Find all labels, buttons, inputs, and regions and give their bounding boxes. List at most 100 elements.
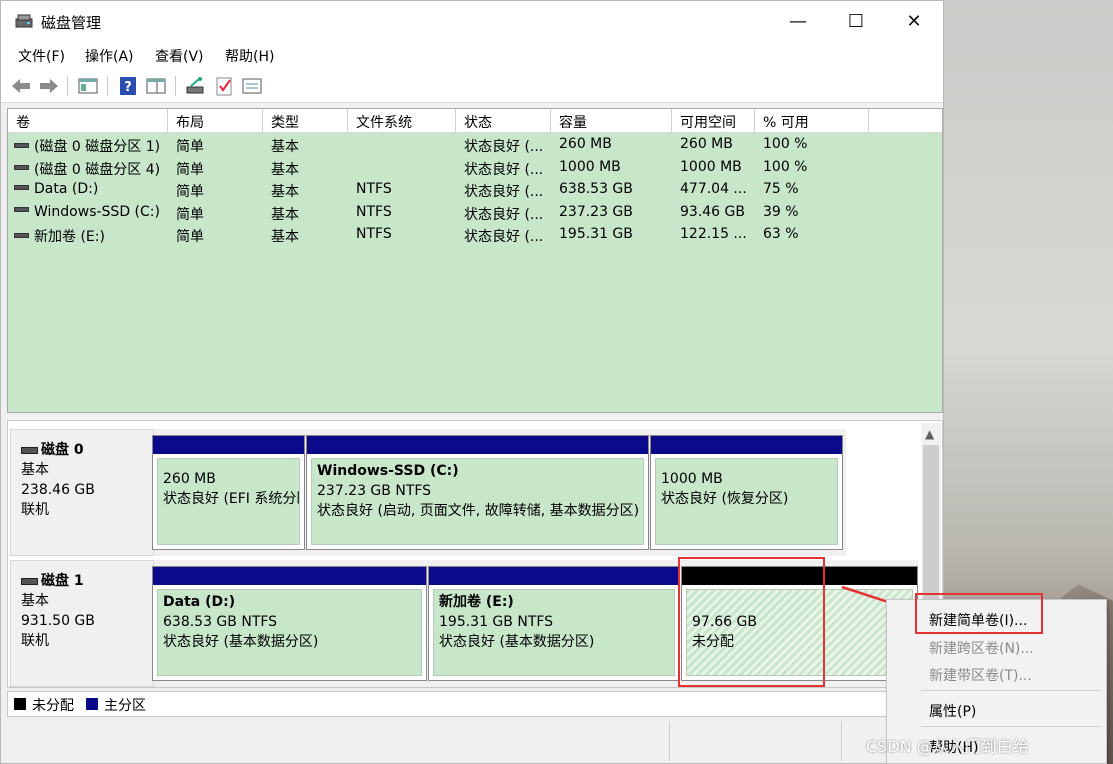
- volume-row[interactable]: Data (D:) 简单 基本 NTFS 状态良好 (... 638.53 GB 477.0…: [8, 179, 942, 201]
- volume-cell-text: NTFS: [356, 226, 392, 242]
- partition-name: 新加卷 (E:): [439, 594, 514, 610]
- disk-0-partition-recovery[interactable]: 1000 MB 状态良好 (恢复分区): [650, 435, 843, 550]
- volume-cell-free: 122.15 ...: [680, 226, 753, 242]
- volume-cell-type: 基本: [271, 204, 346, 224]
- partition-body: 260 MB 状态良好 (EFI 系统分区): [157, 458, 300, 545]
- disk-icon: [21, 577, 38, 585]
- help-icon[interactable]: ?: [117, 76, 139, 96]
- scroll-up-icon[interactable]: ▲: [925, 427, 934, 441]
- volume-cell-text: NTFS: [356, 203, 392, 220]
- disk-0-info[interactable]: 磁盘 0 基本 238.46 GB 联机: [10, 429, 154, 556]
- forward-arrow-icon[interactable]: [38, 76, 60, 96]
- volume-cell-pct: 75 %: [763, 181, 863, 197]
- volume-cell-layout: 简单: [176, 181, 261, 201]
- properties-icon[interactable]: [241, 76, 263, 96]
- minimize-button[interactable]: —: [769, 1, 827, 41]
- volume-cell-text: 简单: [176, 206, 204, 223]
- show-hide-pane-icon[interactable]: [145, 76, 167, 96]
- menu-help[interactable]: 帮助(H): [225, 46, 274, 66]
- svg-text:?: ?: [124, 80, 132, 95]
- column-layout[interactable]: 布局: [168, 109, 263, 133]
- volume-cell-fs: NTFS: [356, 204, 454, 220]
- volume-cell-text: 100 %: [763, 136, 808, 152]
- disk-1-partition-e[interactable]: 新加卷 (E:) 195.31 GB NTFS 状态良好 (基本数据分区): [428, 566, 680, 681]
- volume-cell-capacity: 260 MB: [559, 136, 670, 152]
- disk-1-info[interactable]: 磁盘 1 基本 931.50 GB 联机: [10, 560, 154, 687]
- disk-0-partition-c[interactable]: Windows-SSD (C:) 237.23 GB NTFS 状态良好 (启动…: [306, 435, 649, 550]
- column-type[interactable]: 类型: [263, 109, 348, 133]
- volume-cell-volume: Data (D:): [14, 181, 168, 197]
- menu-separator: [921, 726, 1101, 727]
- volume-cell-text: 477.04 ...: [680, 181, 747, 197]
- volume-row[interactable]: 新加卷 (E:) 简单 基本 NTFS 状态良好 (... 195.31 GB 122.15…: [8, 224, 942, 246]
- volume-cell-text: 状态良好 (...: [464, 161, 544, 178]
- volume-cell-text: Windows-SSD (C:): [34, 203, 160, 220]
- volume-cell-type: 基本: [271, 181, 346, 201]
- menu-new-spanned-volume[interactable]: 新建跨区卷(N)...: [929, 638, 1034, 658]
- volume-cell-text: 63 %: [763, 226, 799, 242]
- disk-0-label: 磁盘 0: [21, 440, 153, 460]
- disk-1-name: 磁盘 1: [41, 573, 84, 589]
- volume-cell-pct: 100 %: [763, 136, 863, 152]
- volume-cell-volume: Windows-SSD (C:): [14, 204, 168, 220]
- status-divider: [841, 721, 842, 761]
- volume-cell-text: 简单: [176, 139, 204, 155]
- volume-cell-text: 简单: [176, 161, 204, 178]
- volume-cell-text: (磁盘 0 磁盘分区 4): [34, 161, 161, 178]
- partition-body: Windows-SSD (C:) 237.23 GB NTFS 状态良好 (启动…: [311, 458, 644, 545]
- disk-0-state: 联机: [21, 502, 49, 518]
- menu-action[interactable]: 操作(A): [85, 46, 134, 66]
- volume-cell-text: 简单: [176, 229, 204, 245]
- disk-0-type: 基本: [21, 462, 49, 478]
- volume-cell-layout: 简单: [176, 136, 261, 156]
- volume-cell-pct: 39 %: [763, 204, 863, 220]
- disk-1-size: 931.50 GB: [21, 613, 95, 629]
- volume-cell-text: 状态良好 (...: [464, 206, 544, 223]
- volume-cell-volume: 新加卷 (E:): [14, 226, 168, 246]
- volume-row[interactable]: (磁盘 0 磁盘分区 1) 简单 基本 状态良好 (... 260 MB 260 MB 10…: [8, 134, 942, 156]
- checklist-icon[interactable]: [213, 76, 235, 96]
- volume-cell-fs: NTFS: [356, 181, 454, 197]
- menu-new-striped-volume[interactable]: 新建带区卷(T)...: [929, 665, 1032, 685]
- column-filesystem[interactable]: 文件系统: [348, 109, 456, 133]
- volume-cell-layout: 简单: [176, 226, 261, 246]
- volume-cell-text: 237.23 GB: [559, 203, 633, 220]
- volume-cell-text: 100 %: [763, 158, 808, 175]
- volume-cell-volume: (磁盘 0 磁盘分区 1): [14, 136, 168, 156]
- volume-row[interactable]: Windows-SSD (C:) 简单 基本 NTFS 状态良好 (... 237.23 …: [8, 202, 942, 224]
- show-hide-tree-icon[interactable]: [77, 76, 99, 96]
- disk-1-partition-d[interactable]: Data (D:) 638.53 GB NTFS 状态良好 (基本数据分区): [152, 566, 427, 681]
- volume-list[interactable]: 卷 布局 类型 文件系统 状态 容量 可用空间 % 可用 (磁盘 0 磁盘分区 …: [7, 108, 943, 413]
- back-arrow-icon[interactable]: [10, 76, 32, 96]
- unallocated-legend-swatch: [14, 698, 26, 710]
- menu-file[interactable]: 文件(F): [18, 46, 65, 66]
- title-bar[interactable]: 磁盘管理 — ☐ ✕: [1, 1, 943, 41]
- partition-status: 状态良好 (基本数据分区): [439, 634, 595, 650]
- column-percent-free[interactable]: % 可用: [755, 109, 869, 133]
- connect-disk-icon[interactable]: [185, 76, 207, 96]
- column-volume[interactable]: 卷: [8, 109, 168, 133]
- volume-cell-text: 638.53 GB: [559, 181, 633, 197]
- volume-cell-fs: NTFS: [356, 226, 454, 242]
- volume-cell-text: 122.15 ...: [680, 226, 747, 242]
- disk-0-partition-efi[interactable]: 260 MB 状态良好 (EFI 系统分区): [152, 435, 305, 550]
- column-free-space[interactable]: 可用空间: [672, 109, 755, 133]
- menu-view[interactable]: 查看(V): [155, 46, 204, 66]
- toolbar: ?: [1, 69, 943, 103]
- maximize-button[interactable]: ☐: [827, 1, 885, 41]
- disk-management-app-icon: [15, 14, 33, 28]
- volume-row[interactable]: (磁盘 0 磁盘分区 4) 简单 基本 状态良好 (... 1000 MB 1000 MB…: [8, 157, 942, 179]
- menu-properties[interactable]: 属性(P): [929, 701, 976, 721]
- volume-cell-capacity: 195.31 GB: [559, 226, 670, 242]
- toolbar-separator: [175, 76, 176, 96]
- partition-name: Windows-SSD (C:): [317, 463, 459, 479]
- column-capacity[interactable]: 容量: [551, 109, 672, 133]
- volume-cell-type: 基本: [271, 159, 346, 179]
- column-status[interactable]: 状态: [456, 109, 551, 133]
- volume-icon: [14, 184, 29, 190]
- partition-status: 状态良好 (启动, 页面文件, 故障转储, 基本数据分区): [317, 503, 640, 519]
- volume-cell-free: 1000 MB: [680, 159, 753, 175]
- close-button[interactable]: ✕: [885, 1, 943, 41]
- volume-cell-text: 基本: [271, 206, 299, 223]
- primary-partition-bar: [651, 436, 842, 454]
